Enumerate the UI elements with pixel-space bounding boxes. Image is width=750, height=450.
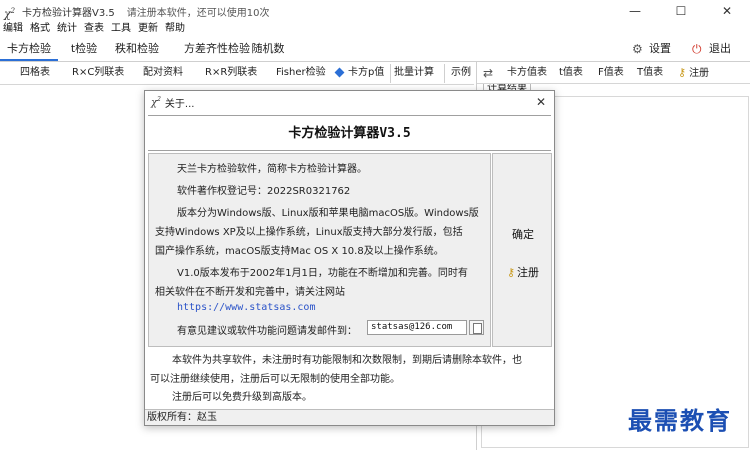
minimize-button[interactable]: —: [612, 0, 658, 22]
maximize-button[interactable]: ☐: [658, 0, 704, 22]
subtab-example[interactable]: 示例: [451, 62, 471, 84]
info-line: 天兰卡方检验软件，简称卡方检验计算器。: [177, 164, 367, 175]
info-line: 支持Windows XP及以上操作系统，Linux版支持大部分发行版，包括: [155, 227, 463, 238]
tab-t-value-table[interactable]: t值表: [559, 62, 583, 84]
subtab-paired-data[interactable]: 配对资料: [143, 62, 183, 84]
register-button-label: 注册: [517, 266, 540, 279]
info-line: 国产操作系统，macOS版支持Mac OS X 10.8及以上操作系统。: [155, 246, 444, 257]
dialog-chi-icon: χ2: [151, 95, 161, 109]
subtab-rxr-table[interactable]: R×R列联表: [205, 62, 257, 84]
menu-tools[interactable]: 工具: [108, 22, 135, 36]
menu-update[interactable]: 更新: [135, 22, 162, 36]
exit-button[interactable]: ⏻ 退出: [692, 37, 731, 61]
subtab-fourfold-table[interactable]: 四格表: [20, 62, 50, 84]
tab-f-value-table[interactable]: F值表: [598, 62, 624, 84]
sub-tab-bar: 四格表 R×C列联表 配对资料 R×R列联表 Fisher检验 卡方p值 批量计…: [0, 62, 474, 85]
notice-line: 注册后可以免费升级到高版本。: [172, 392, 312, 403]
watermark-text: 最需教育: [628, 406, 732, 435]
dialog-title: 关于...: [164, 98, 195, 110]
subtab-chi-p-value-label: 卡方p值: [348, 67, 385, 78]
info-line: 软件著作权登记号：2022SR0321762: [177, 186, 351, 197]
copy-email-button[interactable]: [469, 320, 484, 335]
dialog-titlebar: χ2 关于... ✕: [145, 91, 554, 113]
diamond-icon: [334, 67, 345, 77]
info-line: 版本分为Windows版、Linux版和苹果电脑macOS版。Windows版: [177, 208, 479, 219]
tab-chi-value-table[interactable]: 卡方值表: [507, 62, 547, 84]
menu-bar: 编辑 格式 统计 查表 工具 更新 帮助: [0, 22, 750, 36]
settings-button[interactable]: ⚙ 设置: [632, 37, 671, 61]
about-dialog: χ2 关于... ✕ 卡方检验计算器V3.5 天兰卡方检验软件，简称卡方检验计算…: [144, 90, 555, 426]
info-line: V1.0版本发布于2002年1月1日，功能在不断增加和完善。同时有: [177, 268, 468, 279]
dialog-button-panel: 确定 ⚷ 注册: [492, 153, 552, 347]
table-tab-bar: ⇄ 卡方值表 t值表 F值表 T值表 ⚷ 注册: [477, 62, 750, 84]
dialog-close-button[interactable]: ✕: [532, 93, 550, 111]
menu-format[interactable]: 格式: [27, 22, 54, 36]
email-label: 有意见建议或软件功能问题请发邮件到：: [177, 326, 357, 337]
tab-T-value-table[interactable]: T值表: [637, 62, 663, 84]
close-window-button[interactable]: ✕: [704, 0, 750, 22]
tab-random-number[interactable]: 随机数: [248, 37, 288, 61]
window-titlebar: χ2 卡方检验计算器V3.5 请注册本软件，还可以使用10次 — ☐ ✕: [0, 0, 750, 22]
menu-lookup[interactable]: 查表: [81, 22, 108, 36]
tab-t-test[interactable]: t检验: [62, 37, 106, 61]
tab-divider: [444, 64, 445, 83]
exit-label: 退出: [709, 42, 731, 55]
menu-help[interactable]: 帮助: [162, 22, 189, 36]
info-line: 相关软件在不断开发和完善中，请关注网站: [155, 287, 345, 298]
register-button[interactable]: ⚷ 注册: [493, 264, 553, 280]
tab-divider: [390, 64, 391, 83]
swap-icon[interactable]: ⇄: [483, 62, 493, 84]
window-title: 卡方检验计算器V3.5: [22, 7, 115, 19]
register-link[interactable]: ⚷ 注册: [678, 62, 709, 84]
shareware-notice: 本软件为共享软件，未注册时有功能限制和次数限制，到期后请删除本软件，也 可以注册…: [148, 349, 551, 407]
dialog-info-panel: 天兰卡方检验软件，简称卡方检验计算器。 软件著作权登记号：2022SR03217…: [148, 153, 491, 347]
notice-line: 可以注册继续使用，注册后可以无限制的使用全部功能。: [150, 374, 400, 385]
tab-chi-square[interactable]: 卡方检验: [0, 37, 58, 61]
key-icon: ⚷: [506, 266, 516, 279]
copyright-footer: 版权所有：赵玉: [145, 409, 554, 425]
main-tab-bar: 卡方检验 t检验 秩和检验 方差齐性检验 随机数 ⚙ 设置 ⏻ 退出: [0, 37, 750, 62]
app-chi-icon: χ2: [4, 7, 16, 21]
menu-edit[interactable]: 编辑: [0, 22, 27, 36]
menu-stats[interactable]: 统计: [54, 22, 81, 36]
website-link[interactable]: https://www.statsas.com: [177, 302, 315, 313]
dialog-product-name: 卡方检验计算器V3.5: [148, 115, 551, 151]
trial-notice: 请注册本软件，还可以使用10次: [126, 7, 270, 19]
subtab-batch-calc[interactable]: 批量计算: [394, 62, 434, 84]
notice-line: 本软件为共享软件，未注册时有功能限制和次数限制，到期后请删除本软件，也: [172, 355, 522, 366]
ok-button[interactable]: 确定: [493, 226, 553, 242]
tab-rank-sum[interactable]: 秩和检验: [110, 37, 164, 61]
register-link-label: 注册: [689, 68, 710, 79]
subtab-rxc-table[interactable]: R×C列联表: [72, 62, 124, 84]
key-icon: ⚷: [678, 66, 687, 79]
gear-icon: ⚙: [632, 41, 643, 56]
email-field[interactable]: statsas@126.com: [367, 320, 467, 335]
subtab-chi-p-value[interactable]: 卡方p值: [334, 62, 385, 84]
settings-label: 设置: [649, 42, 671, 55]
subtab-fisher-test[interactable]: Fisher检验: [276, 62, 326, 84]
power-icon: ⏻: [692, 41, 702, 56]
